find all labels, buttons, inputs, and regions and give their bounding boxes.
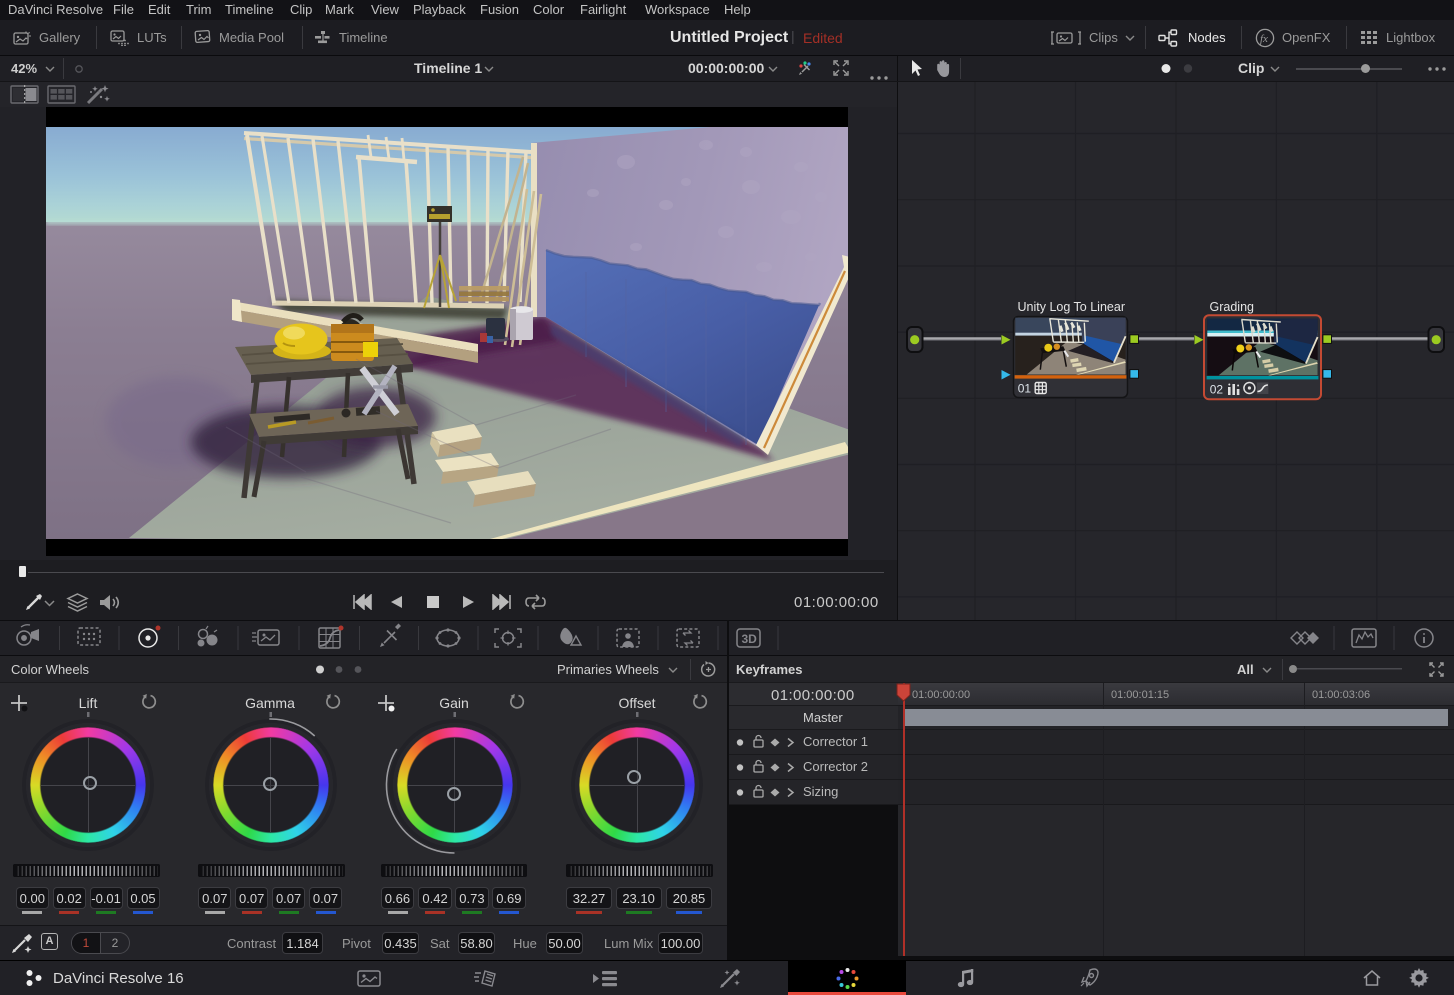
- svg-text:Unity Log To Linear: Unity Log To Linear: [1018, 300, 1125, 314]
- svg-text:3D: 3D: [742, 632, 758, 646]
- svg-text:fx: fx: [1260, 33, 1268, 45]
- svg-text:01: 01: [1018, 382, 1032, 396]
- svg-text:Grading: Grading: [1210, 300, 1255, 314]
- svg-text:02: 02: [1210, 383, 1224, 397]
